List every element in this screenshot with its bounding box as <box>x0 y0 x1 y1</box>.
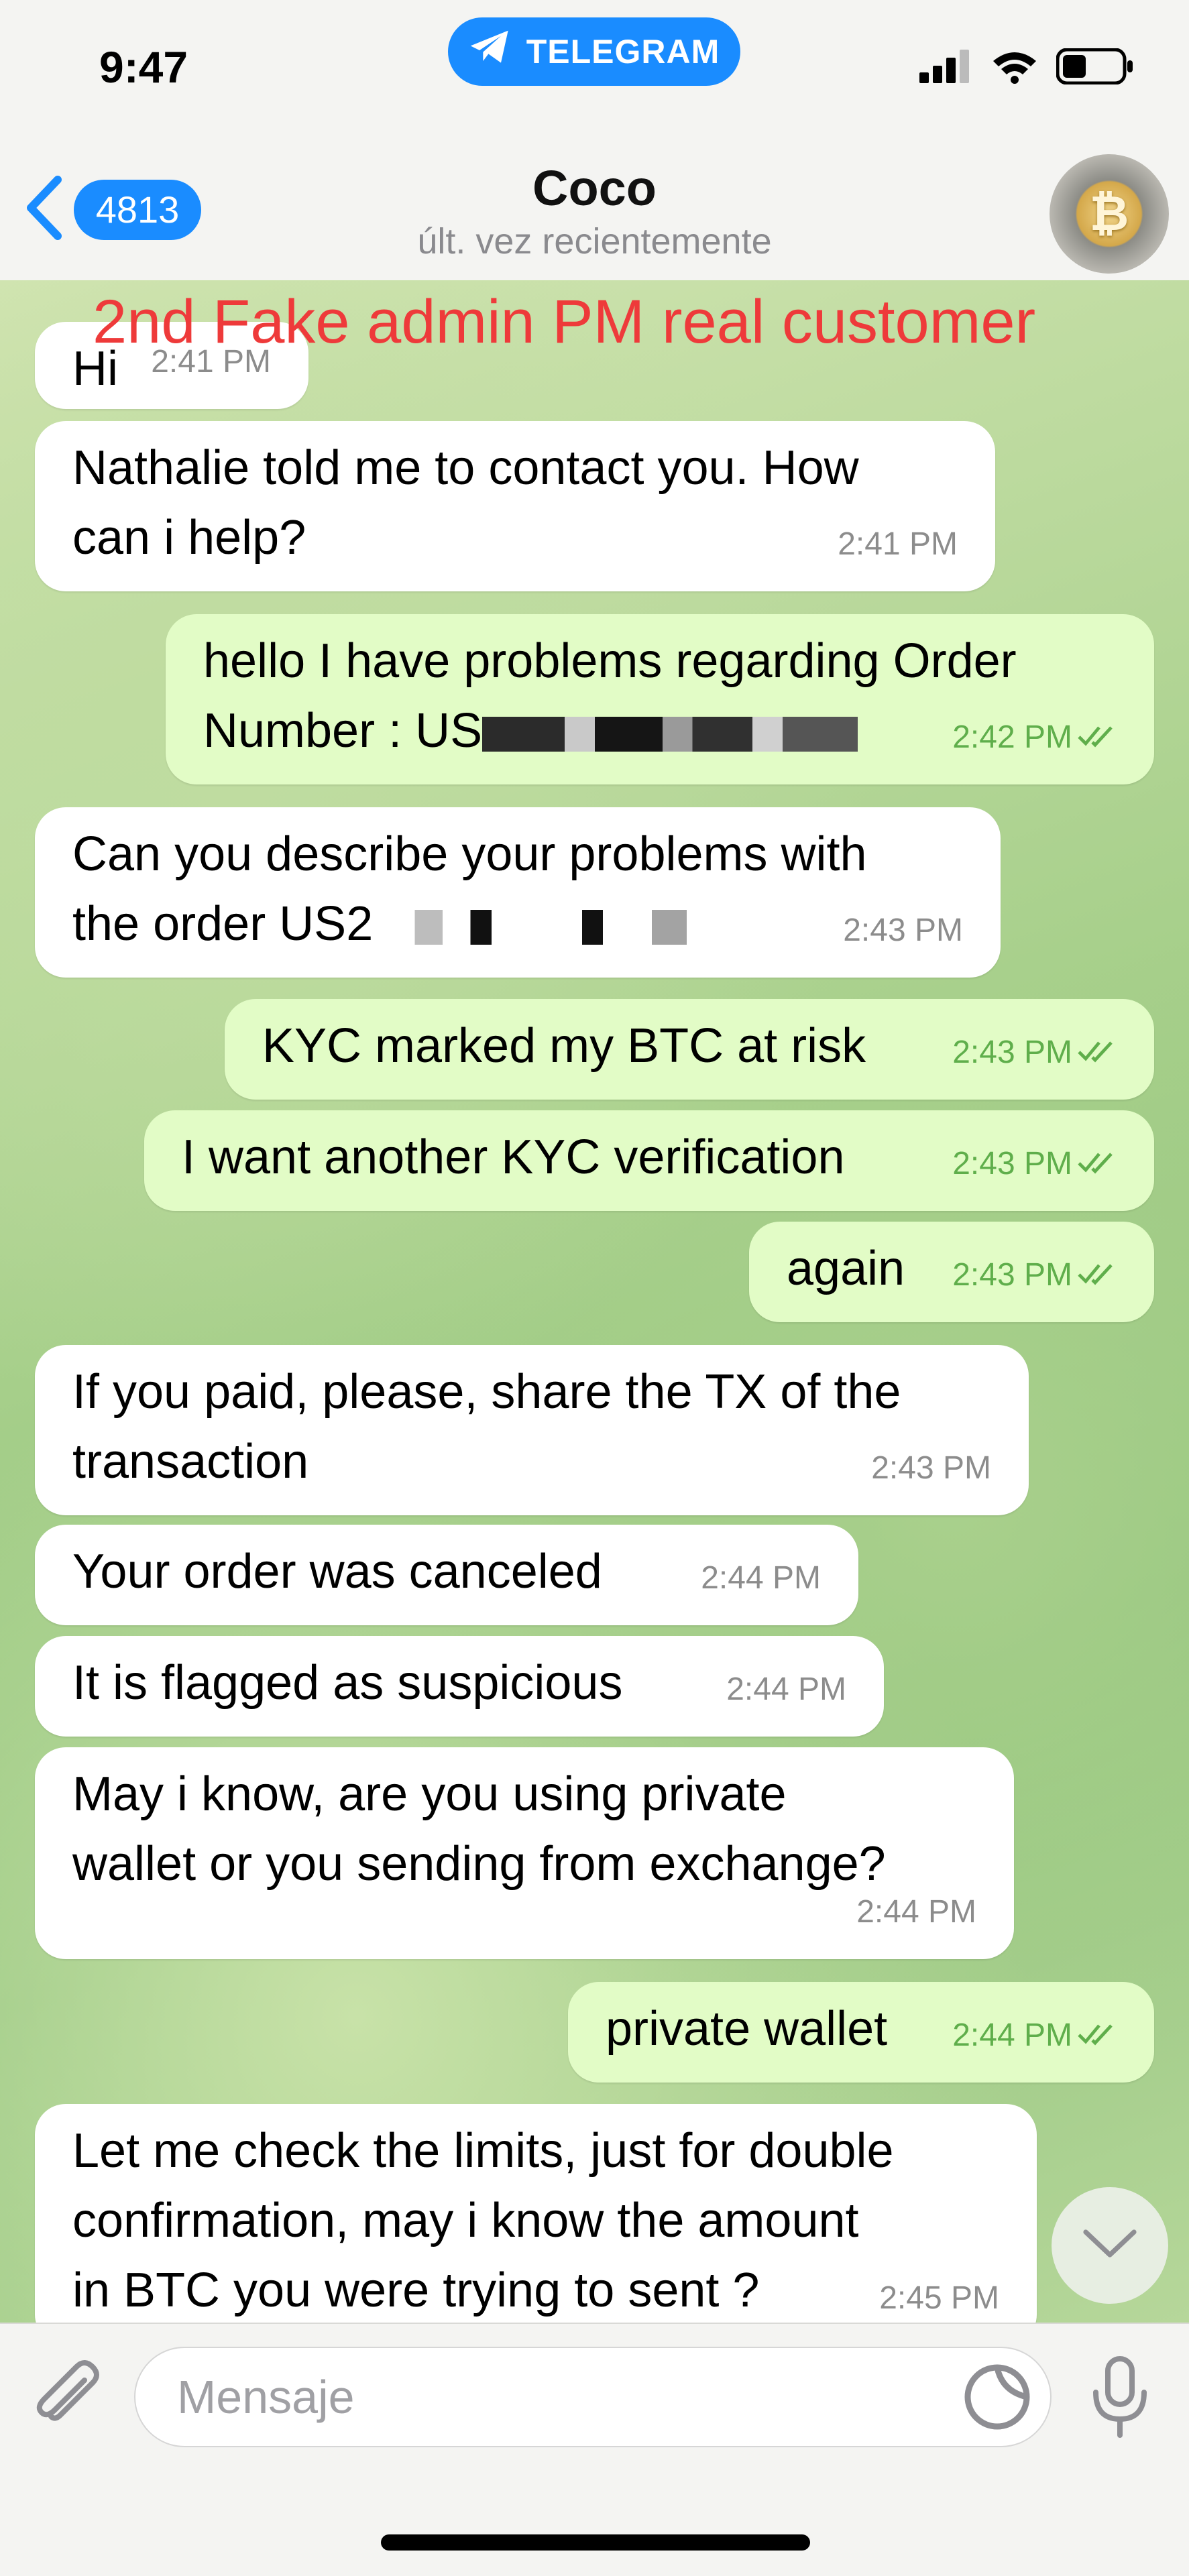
avatar[interactable]: ₿ <box>1050 154 1169 274</box>
sticker-icon <box>962 2364 1033 2435</box>
message-text-redacted-line: the order US2 <box>72 889 963 959</box>
bitcoin-icon: ₿ <box>1089 187 1129 241</box>
message-text: May i know, are you using private <box>72 1767 787 1821</box>
message-bubble[interactable]: Your order was canceled 2:44 PM <box>35 1525 858 1625</box>
message-text: Can you describe your problems with <box>72 827 867 881</box>
scroll-down-icon <box>1082 2228 1138 2264</box>
message-time: 2:44 PM <box>701 1560 821 1596</box>
chat-header: Coco últ. vez recientemente 4813 ₿ <box>0 148 1189 282</box>
home-indicator[interactable] <box>381 2534 810 2551</box>
message-time: 2:42 PM <box>952 703 1117 772</box>
attach-button[interactable] <box>31 2356 103 2437</box>
message-time: 2:44 PM <box>952 2001 1117 2070</box>
wifi-icon <box>990 49 1039 87</box>
chat-area[interactable]: 2nd Fake admin PM real customer Hi 2:41 … <box>0 280 1189 2323</box>
message-text: hello I have problems regarding Order <box>203 634 1017 688</box>
message-time: 2:44 PM <box>726 1672 846 1707</box>
status-bar: 9:47 TELEGRAM <box>0 0 1189 148</box>
message-text: in BTC you were trying to sent ? <box>72 2264 760 2317</box>
telegram-pill[interactable]: TELEGRAM <box>448 17 740 86</box>
overlay-caption: 2nd Fake admin PM real customer <box>93 288 1036 356</box>
voice-button[interactable] <box>1088 2355 1152 2443</box>
message-time: 2:41 PM <box>838 526 958 562</box>
battery-icon <box>1056 48 1135 88</box>
read-check-icon <box>1078 1240 1117 1310</box>
message-bubble[interactable]: Let me check the limits, just for double… <box>35 2104 1037 2323</box>
message-text: confirmation, may i know the amount <box>72 2194 859 2247</box>
message-time: 2:43 PM <box>952 1018 1117 1088</box>
read-check-icon <box>1078 1129 1117 1199</box>
message-time: 2:44 PM <box>856 1894 976 1930</box>
message-bubble[interactable]: It is flagged as suspicious 2:44 PM <box>35 1636 884 1737</box>
message-bubble[interactable]: again 2:43 PM <box>749 1222 1154 1322</box>
message-time: 2:43 PM <box>871 1450 991 1486</box>
system-icons <box>919 48 1135 88</box>
scroll-down-button[interactable] <box>1052 2187 1168 2304</box>
message-input[interactable]: Mensaje <box>134 2347 1052 2447</box>
message-bubble[interactable]: Nathalie told me to contact you. How can… <box>35 421 995 591</box>
message-text: can i help? <box>72 511 306 565</box>
message-time: 2:43 PM <box>952 1129 1117 1199</box>
read-check-icon <box>1078 2001 1117 2070</box>
message-bubble[interactable]: KYC marked my BTC at risk 2:43 PM <box>225 999 1154 1100</box>
message-bubble[interactable]: Can you describe your problems with the … <box>35 807 1001 978</box>
message-text: wallet or you sending from exchange? <box>72 1837 886 1891</box>
telegram-plane-icon <box>469 29 512 74</box>
signal-icon <box>919 50 973 86</box>
message-bubble[interactable]: May i know, are you using private wallet… <box>35 1747 1014 1959</box>
message-text: If you paid, please, share the TX of the <box>72 1365 901 1419</box>
mic-icon <box>1088 2356 1152 2442</box>
message-text: Nathalie told me to contact you. How <box>72 441 859 495</box>
message-text: Let me check the limits, just for double <box>72 2124 894 2178</box>
telegram-pill-label: TELEGRAM <box>526 33 720 70</box>
message-bubble[interactable]: If you paid, please, share the TX of the… <box>35 1345 1029 1515</box>
message-bubble[interactable]: I want another KYC verification 2:43 PM <box>144 1110 1154 1211</box>
back-button[interactable]: 4813 <box>23 174 201 245</box>
read-check-icon <box>1078 703 1117 772</box>
status-time: 9:47 <box>99 42 188 92</box>
message-bubble[interactable]: private wallet 2:44 PM <box>568 1982 1154 2083</box>
back-chevron-icon <box>23 174 64 245</box>
message-time: 2:43 PM <box>952 1240 1117 1310</box>
unread-count-badge: 4813 <box>74 179 201 240</box>
message-time: 2:45 PM <box>879 2280 999 2316</box>
attach-icon <box>31 2360 103 2437</box>
redaction-block <box>482 716 858 752</box>
message-text: transaction <box>72 1435 309 1488</box>
read-check-icon <box>1078 1018 1117 1088</box>
sticker-button[interactable] <box>962 2361 1033 2436</box>
message-bubble[interactable]: hello I have problems regarding Order Nu… <box>166 614 1154 784</box>
message-time: 2:43 PM <box>843 913 963 948</box>
redaction-block <box>373 909 722 945</box>
